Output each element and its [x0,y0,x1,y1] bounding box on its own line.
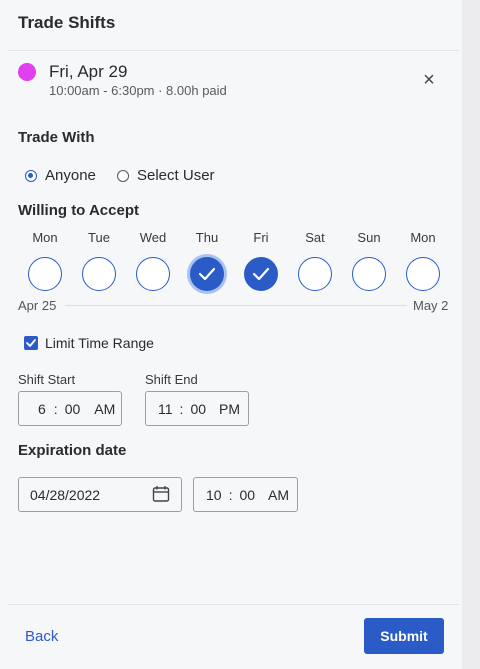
trade-shifts-panel: Trade Shifts Fri, Apr 29 10:00am - 6:30p… [0,0,462,669]
day-name: Sun [357,230,381,245]
radio-anyone-label: Anyone [45,167,96,184]
ampm-value[interactable]: AM [94,401,115,417]
limit-time-range-label: Limit Time Range [45,335,154,351]
day-fri[interactable]: Fri [234,230,288,291]
radio-select-user[interactable]: Select User [117,167,215,184]
shift-color-dot [18,63,36,81]
hour-value[interactable]: 10 [206,487,222,503]
expiration-date-input[interactable]: 04/28/2022 [18,477,182,512]
ampm-value[interactable]: AM [268,487,289,503]
day-toggle[interactable] [136,257,170,291]
header-divider [8,50,459,51]
day-toggle[interactable] [28,257,62,291]
limit-time-range-checkbox[interactable]: Limit Time Range [24,335,154,351]
day-wed[interactable]: Wed [126,230,180,291]
page-title: Trade Shifts [18,13,116,32]
shift-date: Fri, Apr 29 [49,62,128,81]
checkmark-icon [252,267,270,281]
day-name: Sat [305,230,325,245]
shift-start-input[interactable]: 6 : 00 AM [18,391,122,426]
day-toggle[interactable] [244,257,278,291]
day-thu[interactable]: Thu [180,230,234,291]
day-toggle[interactable] [82,257,116,291]
radio-selected-icon[interactable] [25,169,37,182]
day-sat[interactable]: Sat [288,230,342,291]
day-name: Thu [195,230,219,245]
day-toggle[interactable] [406,257,440,291]
range-line [65,305,407,306]
day-mon[interactable]: Mon [18,230,72,291]
day-name: Wed [139,230,167,245]
trade-with-label: Trade With [18,129,95,146]
calendar-icon[interactable] [152,485,170,503]
minute-value[interactable]: 00 [239,487,255,503]
range-start-label: Apr 25 [18,298,57,313]
willing-to-accept-label: Willing to Accept [18,202,139,219]
shift-end-input[interactable]: 11 : 00 PM [145,391,249,426]
day-toggle[interactable] [352,257,386,291]
day-toggle[interactable] [298,257,332,291]
day-tue[interactable]: Tue [72,230,126,291]
footer-divider [8,604,459,605]
hour-value[interactable]: 11 [158,401,173,417]
day-sun[interactable]: Sun [342,230,396,291]
minute-value[interactable]: 00 [190,401,206,417]
date-value[interactable]: 04/28/2022 [30,487,100,503]
checkmark-icon [198,267,216,281]
range-end-label: May 2 [413,298,449,313]
day-mon-next[interactable]: Mon [396,230,450,291]
close-icon[interactable]: × [419,70,439,90]
ampm-value[interactable]: PM [219,401,240,417]
shift-end-label: Shift End [145,372,198,387]
day-name: Fri [253,230,269,245]
expiration-date-label: Expiration date [18,442,127,459]
shift-details: 10:00am - 6:30pm · 8.00h paid [49,83,227,98]
shift-start-label: Shift Start [18,372,76,387]
radio-anyone[interactable]: Anyone [25,167,96,184]
radio-unselected-icon[interactable] [117,169,129,182]
day-toggle[interactable] [190,257,224,291]
day-selector: Mon Tue Wed Thu Fri Sat Sun Mon [18,230,462,291]
back-button[interactable]: Back [25,628,58,645]
radio-select-user-label: Select User [137,167,215,184]
minute-value[interactable]: 00 [65,401,81,417]
scrollbar-track[interactable] [462,0,480,669]
submit-button[interactable]: Submit [364,618,444,654]
expiration-time-input[interactable]: 10 : 00 AM [193,477,298,512]
day-name: Mon [410,230,436,245]
checkbox-checked-icon[interactable] [24,336,38,350]
hour-value[interactable]: 6 [38,401,46,417]
day-name: Mon [32,230,58,245]
day-name: Tue [88,230,110,245]
